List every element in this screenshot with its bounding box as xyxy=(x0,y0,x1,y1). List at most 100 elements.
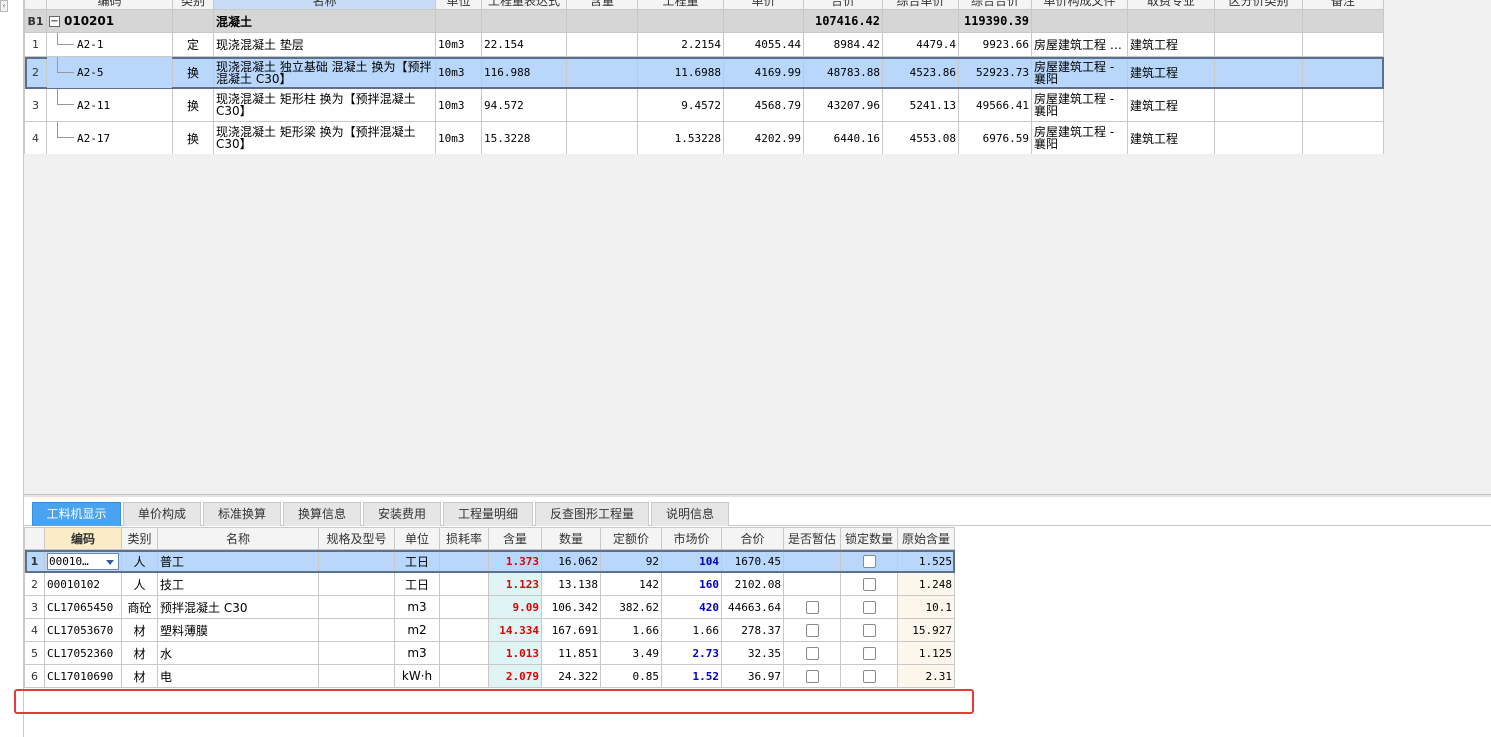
market-cell[interactable]: 160 xyxy=(661,572,722,596)
tab-price-composition[interactable]: 单价构成 xyxy=(123,502,201,526)
code-cell[interactable]: CL17052360 xyxy=(44,641,122,665)
header-orig[interactable]: 原始含量 xyxy=(897,527,955,550)
header-loss[interactable]: 损耗率 xyxy=(439,527,489,550)
loss-cell[interactable] xyxy=(439,618,489,642)
file-cell[interactable]: 房屋建筑工程 … xyxy=(1031,32,1128,57)
spec-cell[interactable] xyxy=(318,664,395,688)
code-cell[interactable]: 00010102 xyxy=(44,572,122,596)
content-cell[interactable] xyxy=(566,121,638,155)
market-cell[interactable]: 1.66 xyxy=(661,618,722,642)
lock-cell[interactable] xyxy=(840,549,898,573)
spec-cell[interactable] xyxy=(318,641,395,665)
highlighted-empty-row[interactable] xyxy=(14,689,974,714)
unit-cell[interactable]: m2 xyxy=(394,618,440,642)
spec-cell[interactable] xyxy=(318,572,395,596)
name-cell[interactable]: 塑料薄膜 xyxy=(157,618,319,642)
expr-cell[interactable]: 22.154 xyxy=(481,32,567,57)
header-total[interactable]: 合价 xyxy=(721,527,784,550)
lock-checkbox[interactable] xyxy=(862,601,876,614)
market-cell[interactable]: 2.73 xyxy=(661,641,722,665)
content-cell[interactable]: 2.079 xyxy=(488,664,542,688)
header-quota[interactable]: 定额价 xyxy=(600,527,662,550)
spec-cell[interactable] xyxy=(318,595,395,619)
code-cell[interactable]: A2-1 xyxy=(46,32,173,57)
group-code-cell[interactable]: −010201 xyxy=(46,9,173,33)
unit-cell[interactable]: 工日 xyxy=(394,549,440,573)
header-content[interactable]: 含量 xyxy=(566,0,638,10)
table-row[interactable]: 4 CL17053670 材 塑料薄膜 m2 14.334 167.691 1.… xyxy=(24,618,955,642)
lock-cell[interactable] xyxy=(840,664,898,688)
table-row[interactable]: 6 CL17010690 材 电 kW·h 2.079 24.322 0.85 … xyxy=(24,664,955,688)
unit-cell[interactable]: kW·h xyxy=(394,664,440,688)
table-row[interactable]: 3 CL17065450 商砼 预拌混凝土 C30 m3 9.09 106.34… xyxy=(24,595,955,619)
unit-cell[interactable]: 10m3 xyxy=(435,32,482,57)
tab-standard-conversion[interactable]: 标准换算 xyxy=(203,502,281,526)
expr-cell[interactable]: 116.988 xyxy=(481,56,567,89)
name-cell[interactable]: 现浇混凝土 垫层 xyxy=(213,32,436,57)
content-cell[interactable]: 1.013 xyxy=(488,641,542,665)
header-spec[interactable]: 规格及型号 xyxy=(318,527,395,550)
tab-quantity-details[interactable]: 工程量明细 xyxy=(443,502,533,526)
type-cell[interactable]: 商砼 xyxy=(121,595,158,619)
type-cell[interactable]: 材 xyxy=(121,664,158,688)
header-qty[interactable]: 工程量 xyxy=(637,0,724,10)
dropdown-arrow-icon[interactable] xyxy=(106,559,114,565)
file-cell[interactable]: 房屋建筑工程 - 襄阳 xyxy=(1031,56,1128,89)
lock-cell[interactable] xyxy=(840,595,898,619)
code-cell[interactable]: A2-5 xyxy=(46,56,173,89)
estimate-checkbox[interactable] xyxy=(805,624,819,637)
group-name[interactable]: 混凝土 xyxy=(213,9,436,33)
code-cell[interactable]: A2-11 xyxy=(46,88,173,122)
lock-cell[interactable] xyxy=(840,641,898,665)
collapse-icon[interactable]: ‹ xyxy=(0,0,8,12)
qty-cell[interactable]: 16.062 xyxy=(541,549,601,573)
market-cell[interactable]: 104 xyxy=(661,549,722,573)
name-cell[interactable]: 电 xyxy=(157,664,319,688)
lock-checkbox[interactable] xyxy=(862,578,876,591)
header-code[interactable]: 编码 xyxy=(44,527,122,550)
table-row[interactable]: 1 A2-1 定 现浇混凝土 垫层 10m3 22.154 2.2154 405… xyxy=(24,32,1384,57)
table-row-selected[interactable]: 2 A2-5 换 现浇混凝土 独立基础 混凝土 换为【预拌混凝土 C30】 10… xyxy=(24,56,1384,89)
spec-cell[interactable] xyxy=(318,549,395,573)
tab-reverse-check-graphic[interactable]: 反查图形工程量 xyxy=(535,502,649,526)
name-cell[interactable]: 现浇混凝土 独立基础 混凝土 换为【预拌混凝土 C30】 xyxy=(213,56,436,89)
header-code[interactable]: 编码 xyxy=(46,0,173,10)
type-cell[interactable]: 换 xyxy=(172,121,214,155)
header-comp-price[interactable]: 综合单价 xyxy=(882,0,959,10)
header-name[interactable]: 名称 xyxy=(157,527,319,550)
name-cell[interactable]: 技工 xyxy=(157,572,319,596)
estimate-checkbox[interactable] xyxy=(805,647,819,660)
unit-cell[interactable]: 工日 xyxy=(394,572,440,596)
type-cell[interactable]: 材 xyxy=(121,641,158,665)
loss-cell[interactable] xyxy=(439,595,489,619)
table-row-selected[interactable]: 1 00010… 人 普工 工日 1.373 16.062 92 104 167… xyxy=(24,549,955,573)
code-cell[interactable]: 00010… xyxy=(44,549,122,573)
content-cell[interactable]: 1.373 xyxy=(488,549,542,573)
unit-cell[interactable]: 10m3 xyxy=(435,56,482,89)
spec-cell[interactable]: 建筑工程 xyxy=(1127,88,1215,122)
lock-cell[interactable] xyxy=(840,618,898,642)
header-file[interactable]: 单价构成文件 xyxy=(1031,0,1128,10)
file-cell[interactable]: 房屋建筑工程 - 襄阳 xyxy=(1031,121,1128,155)
type-cell[interactable]: 人 xyxy=(121,572,158,596)
loss-cell[interactable] xyxy=(439,572,489,596)
content-cell[interactable] xyxy=(566,56,638,89)
spec-cell[interactable]: 建筑工程 xyxy=(1127,56,1215,89)
name-cell[interactable]: 现浇混凝土 矩形柱 换为【预拌混凝土 C30】 xyxy=(213,88,436,122)
code-cell[interactable]: A2-17 xyxy=(46,121,173,155)
header-expr[interactable]: 工程量表达式 xyxy=(481,0,567,10)
estimate-checkbox[interactable] xyxy=(805,601,819,614)
lock-cell[interactable] xyxy=(840,572,898,596)
spec-cell[interactable] xyxy=(318,618,395,642)
tab-labor-material-machine[interactable]: 工料机显示 xyxy=(32,502,121,526)
qty-cell[interactable]: 9.4572 xyxy=(637,88,724,122)
estimate-cell[interactable] xyxy=(783,618,841,642)
spec-cell[interactable]: 建筑工程 xyxy=(1127,121,1215,155)
table-row[interactable]: 3 A2-11 换 现浇混凝土 矩形柱 换为【预拌混凝土 C30】 10m3 9… xyxy=(24,88,1384,122)
market-cell[interactable]: 420 xyxy=(661,595,722,619)
table-row[interactable]: 4 A2-17 换 现浇混凝土 矩形梁 换为【预拌混凝土 C30】 10m3 1… xyxy=(24,121,1384,155)
name-cell[interactable]: 水 xyxy=(157,641,319,665)
lock-checkbox[interactable] xyxy=(862,555,876,568)
header-price-class[interactable]: 区分价类别 xyxy=(1214,0,1303,10)
unit-cell[interactable]: 10m3 xyxy=(435,121,482,155)
